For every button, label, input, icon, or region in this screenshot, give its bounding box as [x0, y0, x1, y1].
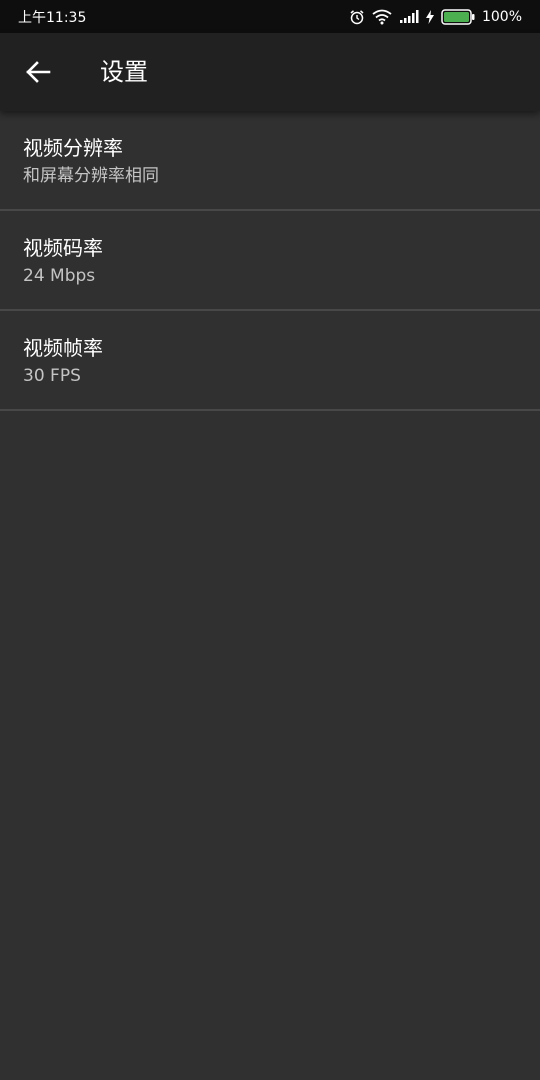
status-icons: 100% [349, 9, 522, 25]
setting-value: 24 Mbps [23, 266, 96, 286]
setting-title: 视频码率 [23, 236, 103, 260]
status-bar: 上午11:35 100% [0, 0, 540, 33]
signal-icon [399, 9, 419, 23]
battery-percent: 100% [481, 8, 522, 25]
status-time: 上午11:35 [18, 9, 87, 26]
settings-list: 视频分辨率 和屏幕分辨率相同 视频码率 24 Mbps 视频帧率 30 FPS [0, 111, 540, 411]
setting-value: 30 FPS [23, 366, 81, 386]
app-bar: 设置 [0, 33, 540, 111]
alarm-icon [350, 9, 364, 24]
battery-icon [441, 8, 475, 25]
setting-title: 视频帧率 [23, 336, 103, 360]
setting-item-video-bitrate[interactable]: 视频码率 24 Mbps [0, 211, 540, 311]
charging-icon [425, 9, 434, 24]
setting-title: 视频分辨率 [23, 136, 123, 160]
page-title: 设置 [100, 58, 148, 86]
setting-item-video-framerate[interactable]: 视频帧率 30 FPS [0, 311, 540, 411]
arrow-back-icon [26, 61, 51, 83]
back-button[interactable] [14, 48, 62, 96]
setting-item-video-resolution[interactable]: 视频分辨率 和屏幕分辨率相同 [0, 111, 540, 211]
setting-value: 和屏幕分辨率相同 [23, 166, 159, 186]
wifi-icon [372, 9, 392, 24]
